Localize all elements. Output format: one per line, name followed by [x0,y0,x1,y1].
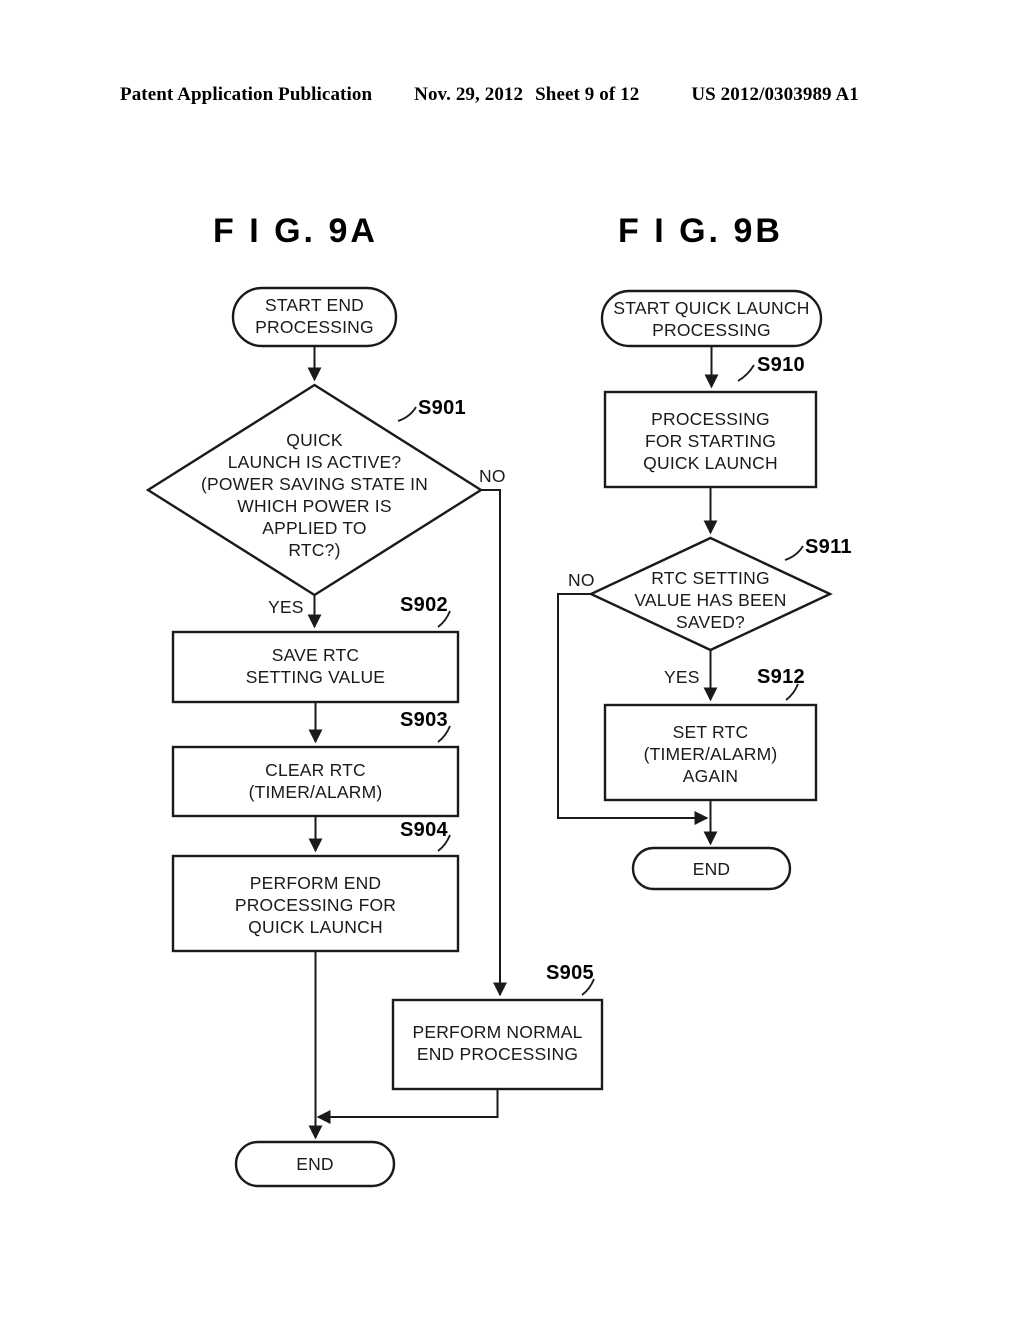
fig9a-s901-label-line3: (POWER SAVING STATE IN [201,474,428,494]
fig9b-end-terminal: END [631,846,792,891]
fig9a-s901-label-line4: WHICH POWER IS [237,496,391,516]
fig9a-s901-label-line5: APPLIED TO [262,518,366,538]
fig9a-s902-label-line1: SAVE RTC [272,645,360,665]
fig9a-step-label-s903: S903 [400,709,448,731]
fig9a-end-label: END [296,1154,334,1174]
fig9b-s911-label-line3: SAVED? [676,612,745,632]
fig9a-s904-label-line3: QUICK LAUNCH [248,917,383,937]
fig9a-s903-label-line1: CLEAR RTC [265,760,366,780]
fig9b-s912-label-line1: SET RTC [673,722,749,742]
flowchart-canvas: START END PROCESSING QUICK LAUNCH IS ACT… [145,286,852,1188]
figure-9a-group: START END PROCESSING QUICK LAUNCH IS ACT… [145,286,604,1188]
fig9b-branch-yes: YES [664,667,700,687]
fig9a-start-label-line1: START END [265,295,364,315]
fig9a-s901-leader [397,406,417,422]
fig9b-s911-leader [784,545,804,561]
fig9a-process-s902: SAVE RTC SETTING VALUE [171,630,460,704]
fig9b-branch-no: NO [568,570,595,590]
fig9a-s902-label-line2: SETTING VALUE [246,667,385,687]
fig9a-start-terminal: START END PROCESSING [231,286,398,348]
fig9b-s911-label-line2: VALUE HAS BEEN [634,590,786,610]
fig9b-start-label-line1: START QUICK LAUNCH [613,298,809,318]
fig9a-s901-label-line1: QUICK [286,430,343,450]
fig9b-s912-label-line2: (TIMER/ALARM) [644,744,778,764]
figure-9b-group: START QUICK LAUNCH PROCESSING S910 PROCE… [557,289,852,891]
fig9a-s903-label-line2: (TIMER/ALARM) [249,782,383,802]
fig9b-s910-label-line1: PROCESSING [651,409,770,429]
fig9a-s905-label-line2: END PROCESSING [417,1044,578,1064]
patent-figure-page: Patent Application Publication Nov. 29, … [0,0,1024,1320]
fig9b-s910-label-line2: FOR STARTING [645,431,776,451]
fig9a-step-label-s901: S901 [418,397,466,419]
fig9b-process-s910: PROCESSING FOR STARTING QUICK LAUNCH [603,390,818,489]
fig9a-s905-label-line1: PERFORM NORMAL [412,1022,582,1042]
fig9a-step-label-s902: S902 [400,594,448,616]
fig9a-process-s903: CLEAR RTC (TIMER/ALARM) [171,745,460,818]
fig9a-end-terminal: END [234,1140,396,1188]
fig9a-step-label-s905: S905 [546,962,594,984]
fig9b-s911-label-line1: RTC SETTING [651,568,770,588]
fig9a-s904-label-line2: PROCESSING FOR [235,895,396,915]
fig9b-end-label: END [693,859,731,879]
fig9a-branch-no: NO [479,466,506,486]
fig9a-connector-s905-to-end [316,1089,499,1124]
fig9a-s901-label-line6: RTC?) [288,540,340,560]
fig9b-start-terminal: START QUICK LAUNCH PROCESSING [600,289,823,348]
fig9b-s910-leader [737,364,755,382]
fig9b-step-label-s912: S912 [757,666,805,688]
fig9b-s910-label-line3: QUICK LAUNCH [643,453,778,473]
fig9b-start-label-line2: PROCESSING [652,320,771,340]
fig9a-connector-s901-no [481,489,507,997]
fig9a-branch-yes: YES [268,597,304,617]
fig9a-s904-label-line1: PERFORM END [250,873,382,893]
fig9a-start-label-line2: PROCESSING [255,317,374,337]
fig9a-step-label-s904: S904 [400,819,448,841]
fig9a-process-s904: PERFORM END PROCESSING FOR QUICK LAUNCH [171,854,460,953]
fig9a-process-s905: PERFORM NORMAL END PROCESSING [391,998,604,1091]
fig9b-step-label-s910: S910 [757,354,805,376]
fig9a-s901-label-line2: LAUNCH IS ACTIVE? [228,452,402,472]
fig9b-s912-label-line3: AGAIN [683,766,738,786]
fig9b-process-s912: SET RTC (TIMER/ALARM) AGAIN [603,703,818,802]
fig9b-step-label-s911: S911 [805,536,852,558]
